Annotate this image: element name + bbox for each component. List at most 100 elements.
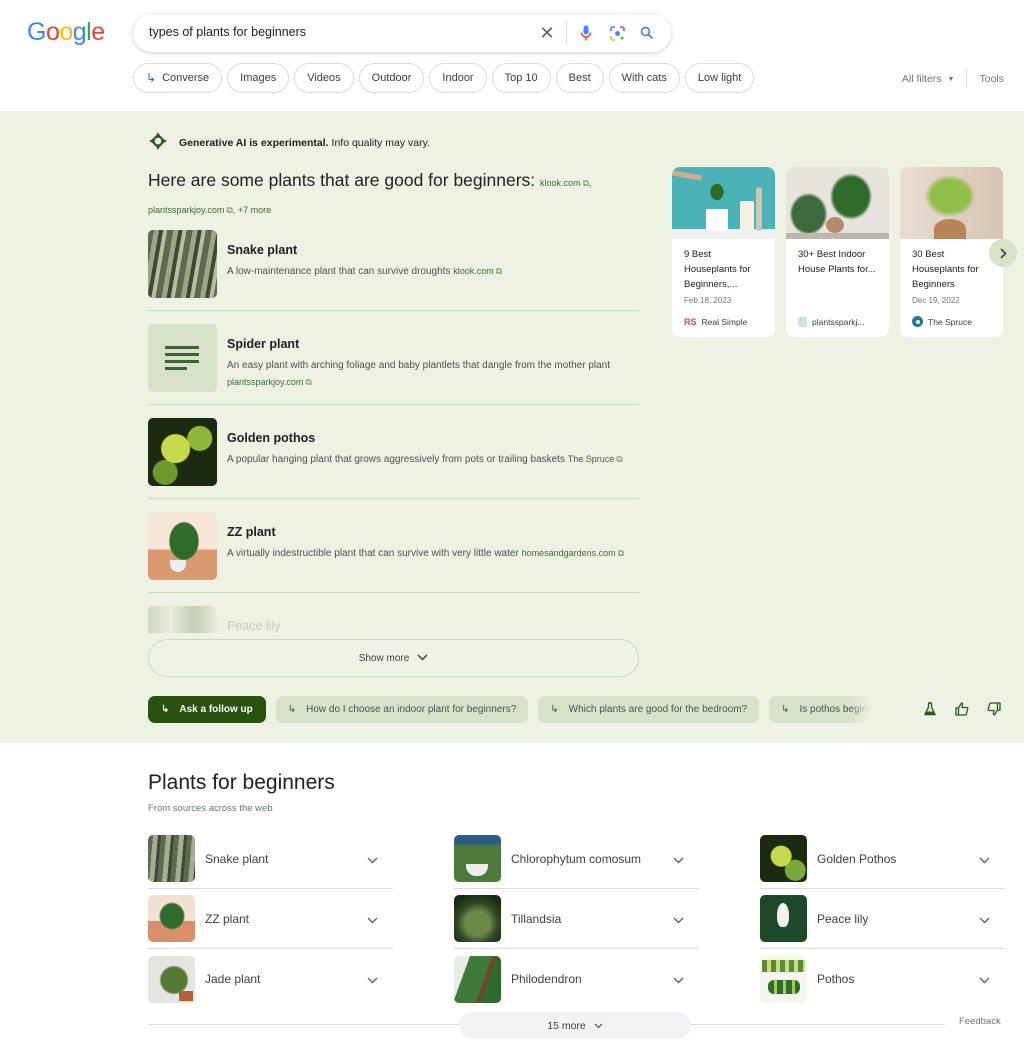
ai-notice: Generative AI is experimental. Info qual…: [148, 131, 430, 154]
chip-images[interactable]: Images: [227, 63, 290, 93]
plant-entry[interactable]: Jade plant: [148, 949, 393, 1009]
plant-entry[interactable]: Chlorophytum comosum: [454, 829, 699, 889]
chip-label: Top 10: [504, 72, 538, 84]
search-box[interactable]: types of plants for beginners ✕: [133, 14, 671, 52]
plant-thumbnail: [454, 955, 501, 1003]
arrow-subdirectory-icon: ↳: [161, 704, 170, 715]
plantssparkjoy-logo-icon: [798, 317, 807, 327]
source-link[interactable]: The Spruce: [568, 454, 615, 464]
plant-entry[interactable]: Peace lily: [760, 889, 1005, 949]
chevron-down-icon: [367, 851, 378, 869]
source-link[interactable]: plantssparkjoy.com: [227, 377, 303, 387]
chip-top-10[interactable]: Top 10: [491, 63, 551, 93]
chip-outdoor[interactable]: Outdoor: [358, 63, 425, 93]
chip-converse[interactable]: ↳ Converse: [133, 63, 223, 93]
logo-letter: e: [91, 18, 105, 46]
suggestion-chip[interactable]: ↳ Which plants are good for the bedroom?: [538, 696, 760, 723]
source-card[interactable]: 30 Best Houseplants for Beginners Dec 19…: [900, 167, 1003, 337]
plant-item: Snake plant A low-maintenance plant that…: [148, 227, 639, 311]
plants-grid: Snake plant ZZ plant Jade plant Chloroph…: [148, 829, 1005, 1009]
external-link-icon[interactable]: ⧉: [496, 263, 502, 280]
all-filters-label: All filters: [901, 73, 942, 85]
chevron-down-icon: [594, 1020, 603, 1032]
chip-with-cats[interactable]: With cats: [608, 63, 680, 93]
golden-pothos-image[interactable]: [148, 418, 217, 486]
thumbs-up-icon[interactable]: [954, 701, 970, 717]
chip-label: Images: [240, 72, 277, 84]
chip-label: With cats: [621, 72, 667, 84]
ask-follow-up-button[interactable]: ↳ Ask a follow up: [148, 696, 266, 723]
plant-entry[interactable]: Pothos: [760, 949, 1005, 1009]
external-link-icon[interactable]: ⧉: [616, 451, 622, 468]
source-link[interactable]: klook.com: [453, 266, 494, 276]
external-link-icon[interactable]: ⧉: [618, 545, 624, 562]
divider: [566, 22, 567, 44]
tools-button[interactable]: Tools: [979, 73, 1004, 85]
chevron-right-icon: [999, 247, 1007, 259]
section-title: Plants for beginners: [148, 771, 335, 794]
more-results-button[interactable]: 15 more: [459, 1012, 691, 1039]
chevron-down-icon: [417, 653, 428, 664]
more-sources-link[interactable]: +7 more: [238, 205, 271, 215]
plant-item: Spider plant An easy plant with arching …: [148, 321, 639, 405]
snake-plant-image[interactable]: [148, 230, 217, 298]
arrow-subdirectory-icon: ↳: [781, 704, 790, 715]
external-link-icon[interactable]: ⧉: [305, 374, 311, 391]
card-date: [786, 294, 889, 308]
labs-flask-icon[interactable]: [922, 701, 938, 717]
notice-rest: Info quality may vary.: [328, 136, 430, 149]
show-more-button[interactable]: Show more: [148, 639, 639, 677]
microphone-icon[interactable]: [576, 23, 596, 43]
clear-icon[interactable]: ✕: [537, 23, 557, 43]
card-title: 30+ Best Indoor House Plants for...: [798, 249, 876, 275]
plant-desc: A low-maintenance plant that can survive…: [227, 266, 451, 277]
section-subtitle: From sources across the web: [148, 803, 273, 814]
card-source-name: Real Simple: [701, 317, 748, 327]
plant-thumbnail: [454, 835, 501, 882]
all-filters-button[interactable]: All filters ▼: [902, 73, 967, 85]
more-results-label: 15 more: [547, 1019, 586, 1032]
chip-label: Indoor: [442, 72, 474, 84]
plant-thumbnail: [148, 895, 195, 942]
search-input[interactable]: types of plants for beginners: [149, 25, 306, 39]
filter-chips: ↳ Converse Images Videos Outdoor Indoor T…: [133, 63, 755, 93]
plant-entry-name: Philodendron: [511, 972, 582, 986]
notice-text: Generative AI is experimental. Info qual…: [179, 137, 430, 149]
plant-thumbnail: [760, 955, 807, 1003]
caret-down-icon: ▼: [947, 75, 955, 83]
plant-entry[interactable]: Snake plant: [148, 829, 393, 889]
arrow-subdirectory-icon: ↳: [550, 704, 559, 715]
chip-indoor[interactable]: Indoor: [429, 63, 487, 93]
header: Google types of plants for beginners ✕ ↳…: [0, 0, 1024, 111]
chip-label: Converse: [162, 72, 210, 84]
plant-entry[interactable]: Tillandsia: [454, 889, 699, 949]
source-link[interactable]: klook.com: [540, 178, 581, 188]
search-icon[interactable]: [637, 23, 657, 43]
source-card[interactable]: 30+ Best Indoor House Plants for... plan…: [786, 167, 889, 337]
plant-thumbnail: [148, 955, 195, 1003]
source-link[interactable]: plantssparkjoy.com: [148, 205, 224, 215]
plant-entry[interactable]: Philodendron: [454, 949, 699, 1009]
chevron-down-icon: [979, 851, 990, 869]
suggestion-chip[interactable]: ↳ Is pothos beginner friendly?: [769, 696, 871, 723]
chip-label: Best: [568, 72, 591, 84]
the-spruce-logo-icon: [912, 316, 923, 327]
chevron-down-icon: [673, 971, 684, 989]
source-card[interactable]: 9 Best Houseplants for Beginners,... Feb…: [672, 167, 775, 337]
thumbs-down-icon[interactable]: [986, 701, 1002, 717]
lens-icon[interactable]: [607, 23, 627, 43]
suggestion-chip[interactable]: ↳ How do I choose an indoor plant for beg…: [275, 696, 529, 723]
chip-best[interactable]: Best: [555, 63, 604, 93]
google-logo[interactable]: Google: [27, 18, 105, 47]
chip-videos[interactable]: Videos: [294, 63, 354, 93]
next-cards-button[interactable]: [989, 239, 1017, 267]
source-link[interactable]: homesandgardens.com: [522, 548, 616, 558]
plant-entry[interactable]: ZZ plant: [148, 889, 393, 949]
zz-plant-image[interactable]: [148, 512, 217, 580]
card-source-name: The Spruce: [928, 316, 972, 327]
feedback-link[interactable]: Feedback: [959, 1016, 1001, 1027]
tools-area: All filters ▼ Tools: [902, 70, 1004, 88]
chip-low-light[interactable]: Low light: [684, 63, 755, 93]
plant-item: Golden pothos A popular hanging plant th…: [148, 415, 639, 499]
plant-entry[interactable]: Golden Pothos: [760, 829, 1005, 889]
